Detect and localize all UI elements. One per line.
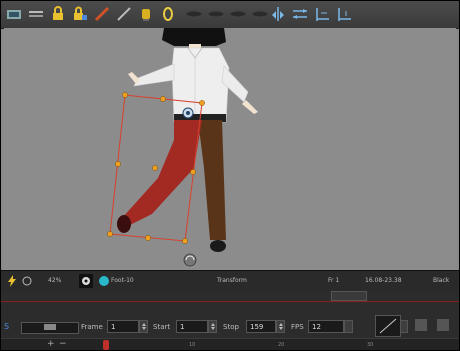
deform-icon[interactable]: [207, 5, 225, 23]
pencil-icon[interactable]: [115, 5, 133, 23]
tool-mode: Transform: [217, 277, 247, 284]
add-layer-icon[interactable]: +: [47, 339, 55, 349]
color-swatch-icon[interactable]: [97, 274, 111, 288]
stop-label: Stop: [223, 323, 239, 331]
paint-icon[interactable]: [137, 5, 155, 23]
start-label: Start: [153, 323, 171, 331]
right-hand-shape: [242, 100, 258, 114]
start-input[interactable]: 1: [176, 320, 208, 333]
start-stepper[interactable]: [208, 320, 217, 333]
remove-layer-icon[interactable]: −: [59, 339, 67, 349]
zoom-level[interactable]: 42%: [48, 277, 61, 284]
flip-horizontal-icon[interactable]: [251, 5, 269, 23]
ease-icon[interactable]: [437, 319, 449, 331]
frame-input[interactable]: 1: [107, 320, 139, 333]
fps-select[interactable]: 12: [308, 320, 344, 333]
app-window: 42% Foot-10 Transform Fr 1 16.08-23.38 B…: [0, 0, 460, 351]
current-color: Black: [433, 277, 450, 284]
keyframe-icon[interactable]: [415, 319, 427, 331]
lock-icon[interactable]: [49, 5, 67, 23]
animate-icon[interactable]: [5, 5, 23, 23]
playhead[interactable]: [103, 340, 109, 350]
character-drawing[interactable]: [4, 28, 456, 270]
playback-row: S Frame 1 Start 1 Stop 159 FPS 12: [1, 315, 459, 339]
top-toolbar: [1, 1, 459, 29]
drawing-stage[interactable]: [4, 28, 456, 270]
canvas[interactable]: [4, 28, 456, 270]
brush-icon[interactable]: [93, 5, 111, 23]
stop-stepper[interactable]: [276, 320, 285, 333]
curve-dropdown-icon[interactable]: [400, 320, 408, 333]
frame-label: Frame: [81, 323, 103, 331]
shirt-shape: [171, 47, 230, 123]
align-icon[interactable]: [291, 5, 309, 23]
right-shoe-shape: [210, 240, 226, 252]
timeline-ruler[interactable]: + − 10 20 30: [1, 338, 459, 350]
fps-dropdown-icon[interactable]: [344, 320, 353, 333]
distribute-icon[interactable]: [313, 5, 331, 23]
panel-collapse-handle[interactable]: [331, 291, 367, 301]
bone-icon[interactable]: [229, 5, 247, 23]
layer-name: Foot-10: [111, 277, 134, 284]
ruler-mark: 30: [367, 342, 374, 348]
frame-indicator: Fr 1: [328, 277, 340, 284]
status-bar: 42% Foot-10 Transform Fr 1 16.08-23.38 B…: [1, 270, 459, 292]
lock-all-icon[interactable]: [71, 5, 89, 23]
camera-icon[interactable]: [185, 5, 203, 23]
ruler-mark: 20: [278, 342, 285, 348]
fps-label: FPS: [291, 323, 304, 331]
left-arm-shape: [133, 63, 175, 87]
ruler-mark: 10: [189, 342, 196, 348]
lightning-icon[interactable]: [7, 275, 17, 287]
gear-icon[interactable]: [79, 274, 93, 288]
pivot-icon[interactable]: [335, 5, 353, 23]
frame-stepper[interactable]: [139, 320, 148, 333]
left-pant-shape: [122, 120, 202, 226]
hair-shape: [162, 28, 226, 46]
playback-slider[interactable]: [21, 322, 79, 334]
onion-icon[interactable]: [21, 275, 33, 287]
interpolation-curve-button[interactable]: [375, 315, 401, 337]
onion-skin-icon[interactable]: [27, 5, 45, 23]
coordinates: 16.08-23.38: [365, 277, 402, 284]
right-pant-shape: [198, 120, 226, 240]
flip-vertical-icon[interactable]: [269, 5, 287, 23]
left-shoe-shape: [117, 215, 131, 233]
stop-input[interactable]: 159: [246, 320, 276, 333]
select-icon[interactable]: [159, 5, 177, 23]
sound-icon[interactable]: S: [4, 322, 14, 334]
